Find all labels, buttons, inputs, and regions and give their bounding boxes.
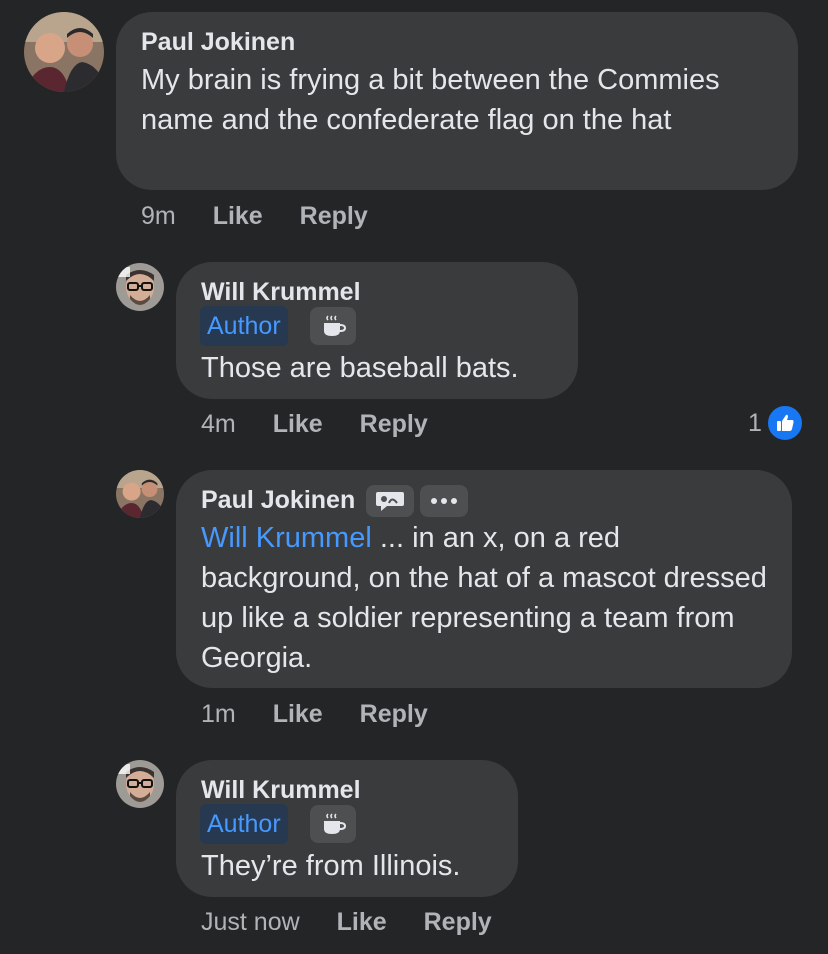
comment-text: Will Krummel ... in an x, on a red backg… bbox=[201, 518, 776, 678]
avatar[interactable] bbox=[24, 12, 104, 92]
reaction-count: 1 bbox=[748, 408, 762, 437]
coffee-icon[interactable] bbox=[310, 805, 356, 843]
like-button[interactable]: Like bbox=[273, 410, 323, 438]
more-options-icon[interactable] bbox=[420, 485, 468, 517]
comment-meta: 9m Like Reply bbox=[141, 202, 368, 231]
glasses-man-avatar-icon bbox=[116, 760, 164, 808]
two-people-avatar-icon bbox=[116, 470, 164, 518]
comment-author[interactable]: Will Krummel bbox=[201, 776, 361, 805]
speech-bubble-icon[interactable] bbox=[366, 485, 414, 517]
comment-timestamp[interactable]: 9m bbox=[141, 202, 176, 230]
reply-button[interactable]: Reply bbox=[360, 410, 428, 438]
reply-button[interactable]: Reply bbox=[300, 202, 368, 230]
coffee-icon[interactable] bbox=[310, 307, 356, 345]
comment-timestamp[interactable]: Just now bbox=[201, 908, 300, 936]
comment-author[interactable]: Will Krummel bbox=[201, 278, 361, 307]
comment-meta: 4m Like Reply bbox=[201, 410, 428, 439]
author-badge: Author bbox=[200, 306, 288, 346]
comment-text: Those are baseball bats. bbox=[201, 352, 519, 384]
avatar[interactable] bbox=[116, 263, 164, 311]
comment-text: My brain is frying a bit between the Com… bbox=[141, 64, 720, 136]
avatar[interactable] bbox=[116, 760, 164, 808]
reply-button[interactable]: Reply bbox=[424, 908, 492, 936]
author-badge: Author bbox=[200, 804, 288, 844]
comment-timestamp[interactable]: 4m bbox=[201, 410, 236, 438]
comment-text: They’re from Illinois. bbox=[201, 850, 461, 882]
glasses-man-avatar-icon bbox=[116, 263, 164, 311]
comment-timestamp[interactable]: 1m bbox=[201, 700, 236, 728]
thumbs-up-icon bbox=[765, 404, 804, 442]
like-button[interactable]: Like bbox=[337, 908, 387, 936]
comment-meta: Just now Like Reply bbox=[201, 908, 492, 937]
reply-button[interactable]: Reply bbox=[360, 700, 428, 728]
reaction-summary[interactable]: 1 bbox=[748, 404, 804, 442]
mention-link[interactable]: Will Krummel bbox=[201, 522, 372, 554]
like-button[interactable]: Like bbox=[273, 700, 323, 728]
comment-meta: 1m Like Reply bbox=[201, 700, 428, 729]
avatar[interactable] bbox=[116, 470, 164, 518]
comment-author[interactable]: Paul Jokinen bbox=[141, 28, 295, 57]
comment-author[interactable]: Paul Jokinen bbox=[201, 486, 355, 515]
like-button[interactable]: Like bbox=[213, 202, 263, 230]
two-people-avatar-icon bbox=[24, 12, 104, 92]
